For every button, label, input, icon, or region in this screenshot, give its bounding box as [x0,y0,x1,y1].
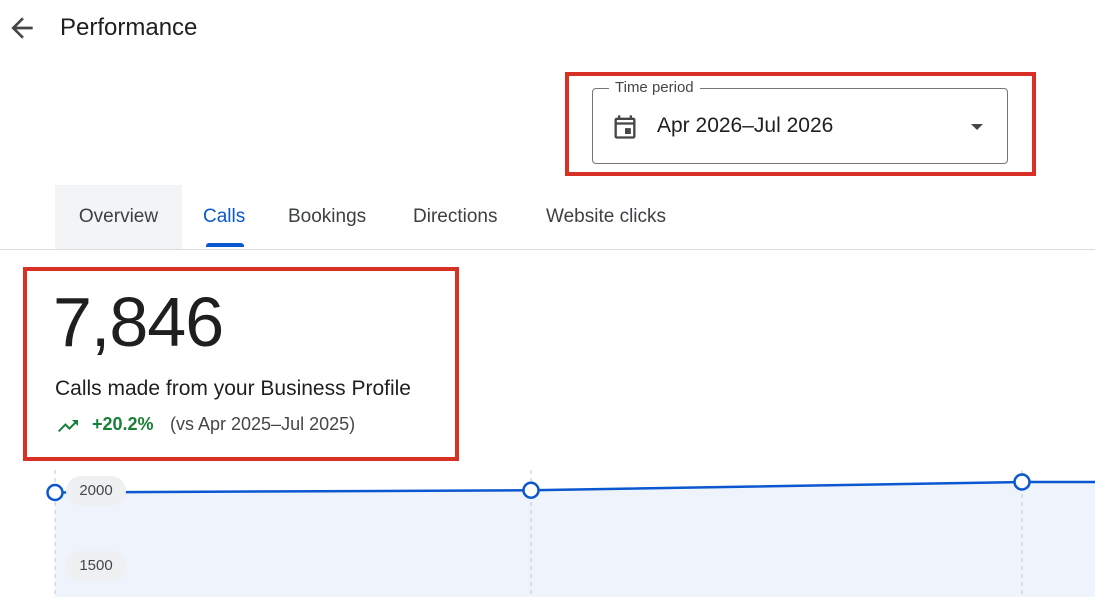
y-tick-label: 2000 [66,476,126,506]
chart-svg [46,470,1095,597]
tab-calls[interactable]: Calls [203,185,245,249]
metric-highlight [23,267,459,461]
chart-point [1013,473,1031,491]
chart-point [522,481,540,499]
y-tick-label: 1500 [66,551,126,581]
tab-divider [0,249,1095,250]
chart-area-fill [55,482,1095,597]
time-period-highlight [565,72,1036,176]
back-arrow-icon[interactable] [6,12,38,44]
page-title: Performance [60,14,198,41]
chart-point [46,483,64,502]
tab-website-clicks[interactable]: Website clicks [546,185,666,249]
tab-directions[interactable]: Directions [413,185,497,249]
calls-line-chart: 2000 1500 [0,470,1095,597]
active-tab-indicator [206,243,244,247]
tab-bookings[interactable]: Bookings [288,185,366,249]
header: Performance [0,0,1095,60]
tab-overview[interactable]: Overview [55,185,182,249]
